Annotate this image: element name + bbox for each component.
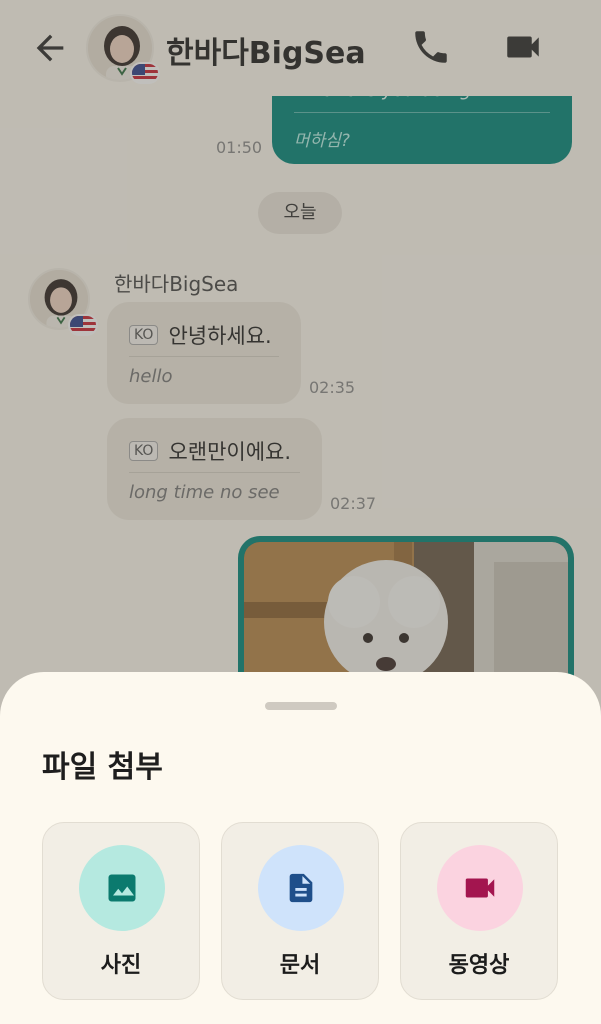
attach-document-button[interactable]: 문서 (221, 822, 379, 1000)
sheet-title: 파일 첨부 (42, 750, 163, 785)
video-camera-icon (465, 878, 495, 898)
attachment-sheet: 파일 첨부 사진 문서 동영상 (0, 672, 601, 1024)
icon-circle (258, 845, 344, 931)
attach-video-button[interactable]: 동영상 (400, 822, 558, 1000)
option-label: 사진 (100, 953, 142, 978)
option-label: 동영상 (448, 953, 510, 978)
document-icon (289, 873, 313, 903)
icon-circle (437, 845, 523, 931)
drag-handle[interactable] (265, 702, 337, 710)
attach-photo-button[interactable]: 사진 (42, 822, 200, 1000)
option-label: 문서 (279, 953, 321, 978)
chat-screen: 한바다BigSea What are you doing? 머하심? 01:50… (0, 0, 601, 1024)
image-icon (108, 874, 136, 902)
icon-circle (79, 845, 165, 931)
